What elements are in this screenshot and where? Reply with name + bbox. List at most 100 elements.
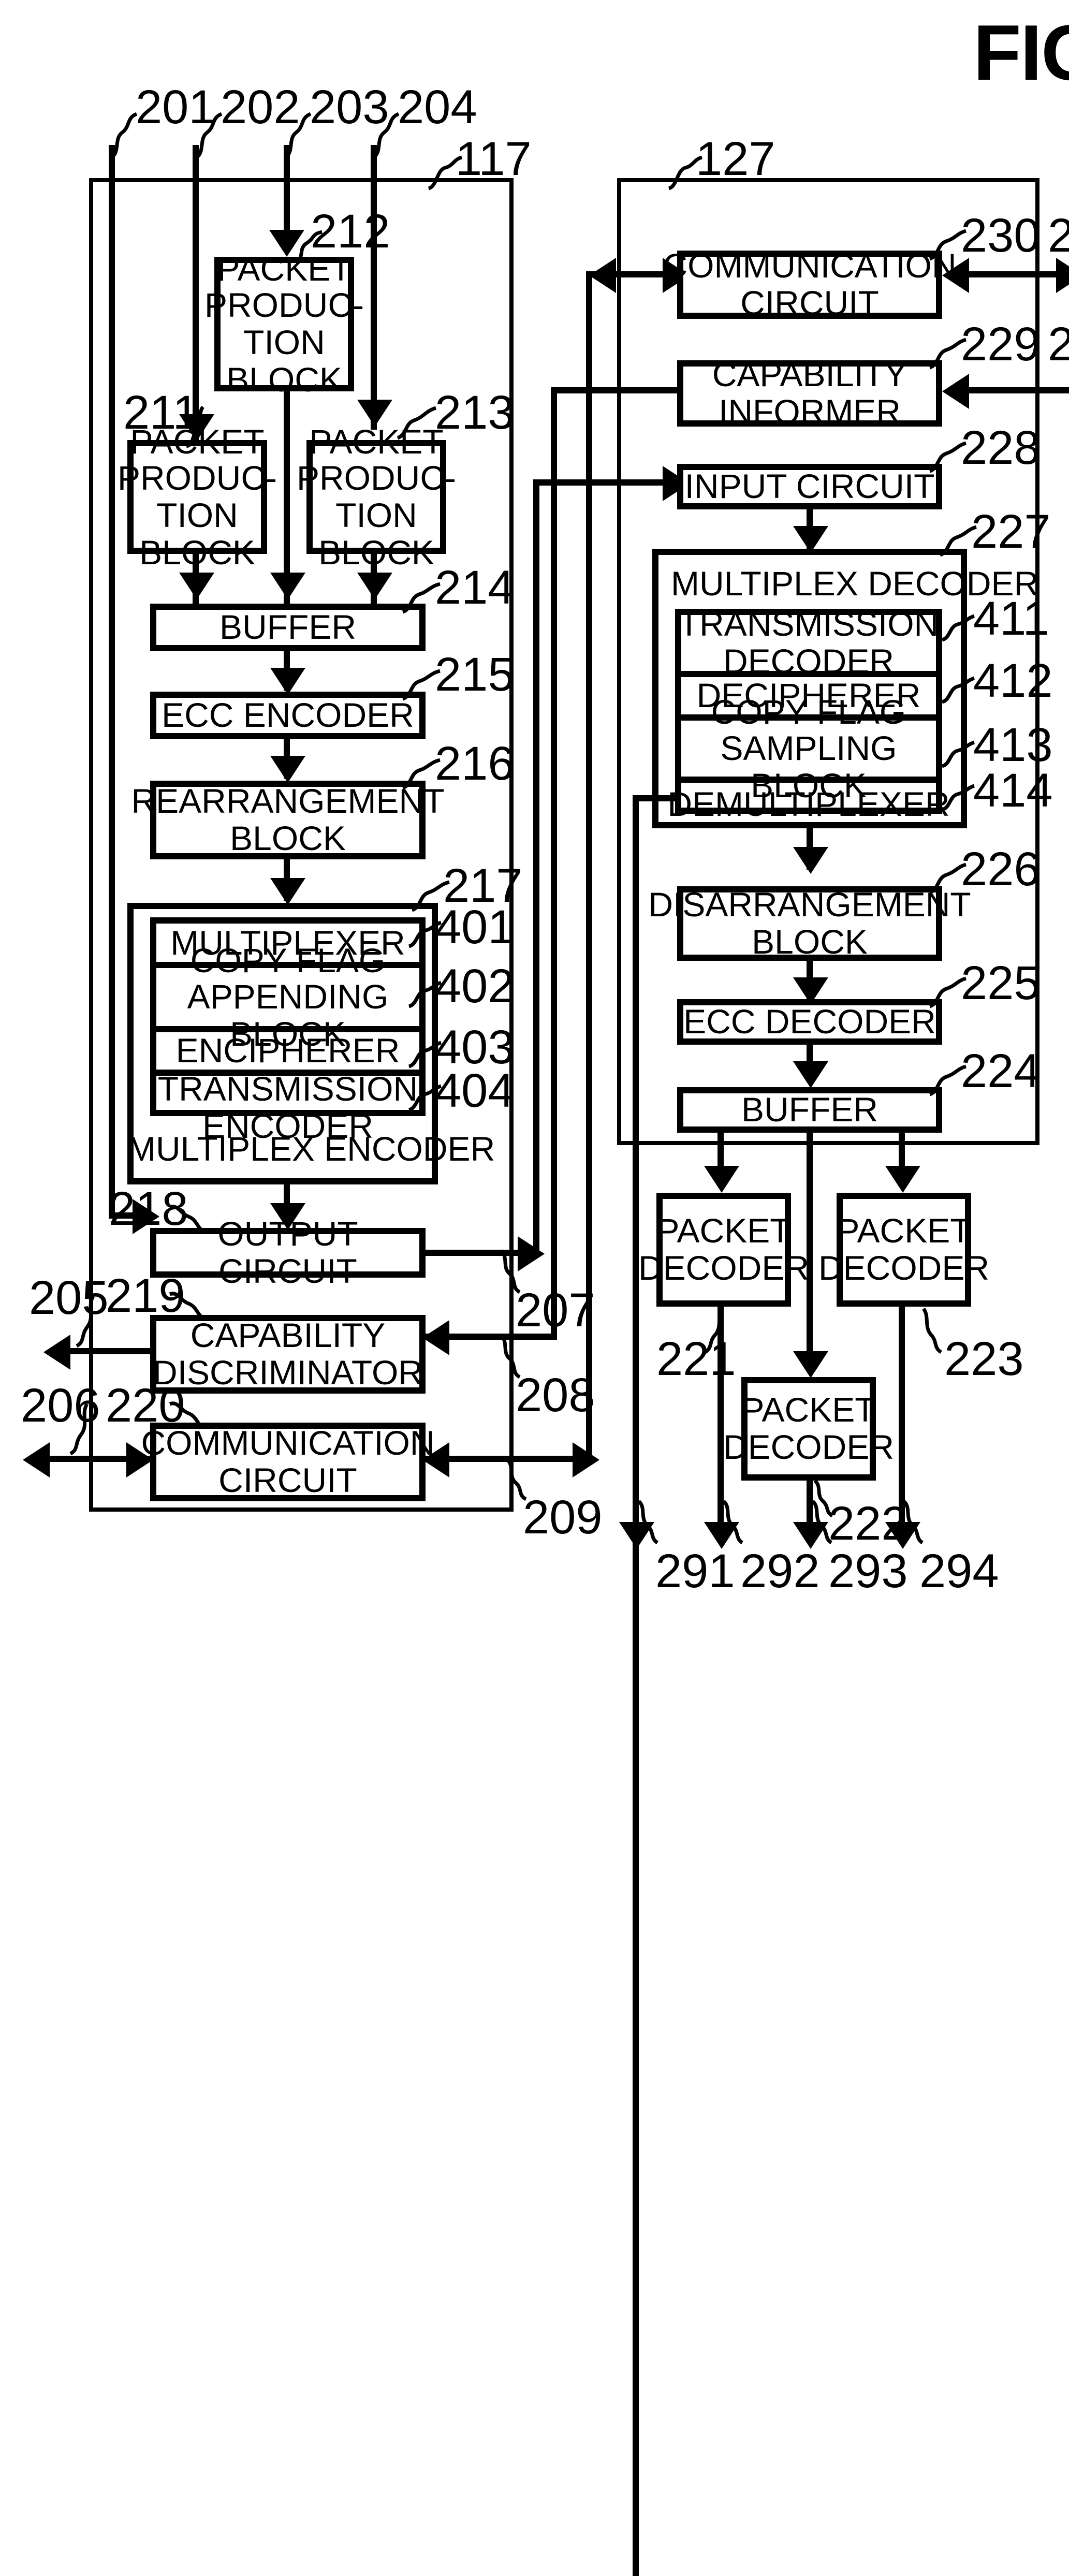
arrow-206-right (126, 1442, 153, 1477)
leader-205 (70, 1294, 101, 1348)
demux-feedback-h (633, 795, 679, 801)
arrow-buffer-222 (793, 1351, 828, 1378)
block-ecc-decoder-225[interactable]: ECC DECODER (677, 999, 942, 1045)
output-line-205 (70, 1348, 153, 1354)
block-packet-decoder-221[interactable]: PACKET DECODER (638, 1193, 809, 1307)
leader-203 (282, 112, 319, 159)
block-214-label: BUFFER (219, 608, 356, 647)
row-411-line2: DECODER (723, 642, 895, 680)
ref-204: 204 (398, 80, 477, 134)
multiplex-decoder-title: MULTIPLEX DECODER (671, 564, 1039, 603)
block-226-line1: DISARRANGEMENT (648, 885, 971, 924)
block-packet-decoder-223[interactable]: PACKET DECODER (818, 1193, 989, 1307)
block-213-line2: PRODUC- (297, 459, 456, 497)
block-212-line2: PRODUC- (204, 286, 364, 325)
arrow-227-226 (793, 847, 828, 874)
block-communication-circuit-230[interactable]: COMMUNICATION CIRCUIT (663, 247, 956, 322)
leader-117 (427, 153, 468, 195)
ref-229: 229 (961, 317, 1041, 371)
leader-292 (721, 1499, 750, 1545)
ref-411: 411 (973, 591, 1049, 645)
block-rearrangement-216[interactable]: REARRANGEMENT BLOCK (131, 781, 445, 859)
bus-208-v (551, 390, 557, 1338)
leader-404 (407, 1083, 444, 1114)
ref-293: 293 (828, 1544, 908, 1598)
row-copy-flag-appending-402[interactable]: COPY FLAG APPENDING BLOCK (156, 942, 419, 1052)
leader-224 (927, 1063, 968, 1099)
ref-216: 216 (435, 736, 515, 790)
arrow-212-buffer (270, 573, 305, 599)
block-communication-circuit-220[interactable]: COMMUNICATION CIRCUIT (141, 1423, 435, 1501)
leader-227 (937, 524, 978, 559)
block-input-circuit-228[interactable]: INPUT CIRCUIT (677, 464, 942, 509)
input-line-201 (109, 145, 115, 1216)
leader-413 (940, 739, 977, 770)
port-line-296 (969, 271, 1069, 277)
arrow-209-left (422, 1442, 449, 1477)
leader-412 (940, 675, 977, 706)
ref-404: 404 (435, 1063, 515, 1117)
leader-219 (168, 1288, 205, 1321)
leader-220 (168, 1398, 205, 1431)
row-404-line1: TRANSMISSION (157, 1069, 418, 1108)
leader-213 (394, 405, 440, 442)
arrow-buffer-221 (704, 1166, 739, 1193)
block-packet-production-213[interactable]: PACKET PRODUC- TION BLOCK (297, 423, 456, 570)
block-223-line2: DECODER (818, 1249, 990, 1287)
block-226-line2: BLOCK (752, 923, 868, 961)
block-228-label: INPUT CIRCUIT (684, 467, 935, 506)
row-402-line1: COPY FLAG (190, 941, 386, 979)
block-packet-production-212[interactable]: PACKET PRODUC- TION BLOCK (204, 250, 364, 397)
leader-223 (917, 1307, 946, 1354)
row-transmission-encoder-404[interactable]: TRANSMISSION ENCODER (156, 1070, 419, 1144)
ref-228: 228 (961, 420, 1041, 474)
block-packet-production-211[interactable]: PACKET PRODUC- TION BLOCK (118, 423, 277, 570)
leader-211 (182, 405, 213, 448)
arrow-209-comm-rx-left (589, 258, 616, 293)
arrow-213-buffer (357, 573, 392, 599)
block-packet-decoder-222[interactable]: PACKET DECODER (723, 1377, 894, 1481)
block-216-line1: REARRANGEMENT (131, 782, 445, 821)
block-disarrangement-226[interactable]: DISARRANGEMENT BLOCK (648, 886, 971, 961)
arrow-208-left (422, 1320, 449, 1355)
leader-216 (400, 757, 443, 792)
row-copy-flag-sampling-413[interactable]: COPY FLAG SAMPLING BLOCK (681, 693, 936, 803)
block-buffer-214[interactable]: BUFFER (150, 604, 426, 651)
multiplex-encoder-rows: MULTIPLEXER COPY FLAG APPENDING BLOCK EN… (150, 917, 426, 1144)
block-230-line2: CIRCUIT (740, 284, 879, 322)
ref-291: 291 (655, 1544, 735, 1598)
block-229-line1: CAPABILITY (712, 355, 907, 394)
block-output-circuit-218[interactable]: OUTPUT CIRCUIT (150, 1216, 426, 1290)
arrow-295-left (942, 374, 969, 409)
leader-207 (499, 1249, 530, 1294)
block-221-line1: PACKET (656, 1211, 791, 1250)
ref-224: 224 (961, 1044, 1041, 1097)
block-213-line3: TION (335, 496, 417, 534)
ref-412: 412 (973, 653, 1053, 707)
leader-214 (400, 581, 443, 616)
ref-402: 402 (435, 959, 515, 1013)
block-221-line2: DECODER (638, 1249, 810, 1287)
row-413-line1: COPY FLAG (711, 692, 906, 731)
leader-401 (407, 919, 444, 950)
block-ecc-encoder-215[interactable]: ECC ENCODER (150, 692, 426, 739)
ref-223: 223 (944, 1331, 1024, 1385)
leader-127 (667, 153, 708, 195)
row-demultiplexer-414[interactable]: DEMULTIPLEXER (667, 783, 949, 826)
block-capability-informer-229[interactable]: CAPABILITY INFORMER (677, 355, 942, 430)
leader-218 (168, 1201, 205, 1234)
arrow-296-left (942, 258, 969, 293)
block-219-line1: CAPABILITY (190, 1316, 386, 1355)
leader-215 (400, 668, 443, 703)
port-line-295 (969, 387, 1069, 393)
ref-214: 214 (435, 560, 515, 614)
block-buffer-224[interactable]: BUFFER (677, 1087, 942, 1133)
row-transmission-decoder-411[interactable]: TRANSMISSION DECODER (679, 606, 939, 680)
arrow-211-buffer (179, 573, 214, 599)
block-capability-discriminator-219[interactable]: CAPABILITY DISCRIMINATOR (150, 1315, 426, 1394)
leader-294 (901, 1499, 930, 1545)
demux-feedback-v (633, 795, 639, 1137)
ref-414: 414 (973, 763, 1053, 817)
block-220-line2: CIRCUIT (218, 1461, 357, 1499)
block-222-line2: DECODER (723, 1428, 895, 1466)
